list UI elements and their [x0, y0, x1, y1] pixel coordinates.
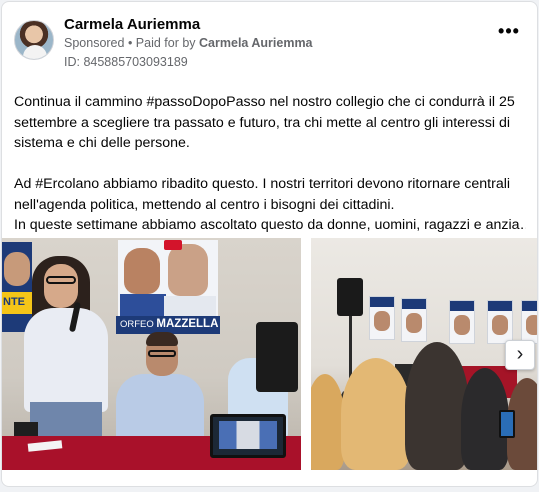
seated-man-glasses: [148, 350, 176, 357]
poster-label: ORFEO MAZZELLA: [120, 318, 219, 330]
ad-id: ID: 845885703093189: [64, 55, 188, 69]
campaign-poster: [401, 298, 427, 342]
video-camera: [256, 322, 298, 392]
author-name[interactable]: Carmela Auriemma: [64, 16, 200, 33]
paid-for-prefix: Paid for by: [135, 36, 200, 50]
seated-man-shirt: [116, 374, 204, 444]
campaign-poster: [487, 300, 513, 344]
campaign-poster: [449, 300, 475, 344]
sponsored-post-card: Carmela Auriemma Sponsored • Paid for by…: [1, 1, 538, 487]
phone-in-hand: [499, 410, 515, 438]
seated-man-hair: [146, 332, 178, 346]
speaker-glasses: [46, 276, 76, 284]
body-line: settembre a scegliere tra passato e futu…: [14, 114, 511, 131]
poster-face: [124, 248, 160, 294]
more-options-button[interactable]: •••: [495, 21, 523, 44]
sponsored-label[interactable]: Sponsored: [64, 36, 124, 50]
poster-badge: [164, 240, 182, 250]
audience-member: [405, 342, 469, 470]
separator-dot: •: [124, 36, 136, 50]
poster-face: [168, 244, 208, 296]
body-line: sistema e chi delle persone.: [14, 135, 190, 151]
sponsored-info: Sponsored • Paid for by Carmela Auriemma: [64, 36, 313, 50]
poster-left-text: NTE: [3, 296, 25, 308]
campaign-poster: [521, 300, 537, 344]
poster-shirt: [164, 296, 216, 316]
post-header: Carmela Auriemma Sponsored • Paid for by…: [14, 14, 525, 74]
body-line[interactable]: In queste settimane abbiamo ascoltato qu…: [14, 215, 526, 236]
speaker-face: [44, 264, 78, 308]
campaign-poster: [369, 296, 395, 340]
author-avatar[interactable]: [14, 20, 54, 60]
body-line: Continua il cammino #passoDopoPasso nel …: [14, 94, 515, 110]
chevron-right-icon: ›: [516, 343, 524, 365]
body-line: nell'agenda politica, mettendo al centro…: [14, 196, 395, 213]
body-line-spacer: [14, 154, 526, 175]
audience-member: [311, 374, 345, 470]
carousel-next-button[interactable]: ›: [505, 340, 535, 370]
post-body-text: Continua il cammino #passoDopoPasso nel …: [14, 92, 526, 236]
phone-screen: [210, 414, 286, 458]
carousel-photo-audience[interactable]: [311, 238, 537, 470]
audience-member: [341, 358, 411, 470]
speaker-shirt: [24, 308, 108, 412]
image-carousel: NTE ORFEO MAZZELLA ›: [2, 238, 537, 470]
poster-face: [4, 252, 30, 286]
body-line: Ad #Ercolano abbiamo ribadito questo. I …: [14, 176, 511, 192]
carousel-photo-speaker[interactable]: NTE ORFEO MAZZELLA: [2, 238, 301, 470]
more-horizontal-icon: •••: [498, 21, 520, 41]
poster-shirt: [120, 294, 166, 316]
paid-for-name[interactable]: Carmela Auriemma: [199, 36, 312, 50]
loudspeaker: [337, 278, 363, 316]
